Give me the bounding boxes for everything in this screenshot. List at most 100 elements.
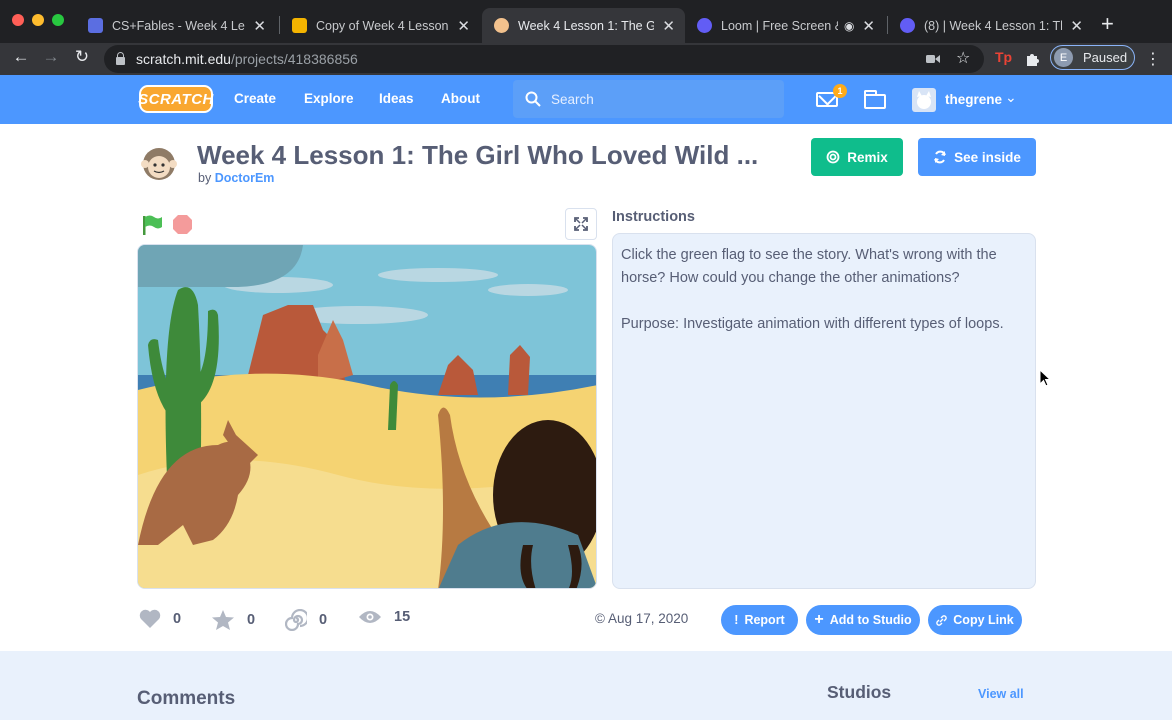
recording-icon: ◉	[843, 18, 855, 33]
report-button[interactable]: ! Report	[721, 605, 798, 635]
desert-scene-image	[138, 245, 596, 588]
share-date: © Aug 17, 2020	[595, 611, 688, 626]
instructions-heading: Instructions	[612, 209, 695, 225]
plus-icon: +	[814, 611, 824, 628]
close-tab-icon[interactable]: ✕	[253, 17, 266, 35]
bookmark-star-icon[interactable]: ☆	[956, 48, 970, 68]
studios-heading: Studios	[827, 682, 892, 702]
close-tab-icon[interactable]: ✕	[862, 17, 875, 35]
scratch-favicon-icon	[494, 18, 509, 33]
author-link[interactable]: DoctorEm	[215, 171, 275, 185]
browser-tab-active[interactable]: Week 4 Lesson 1: The Girl ✕	[482, 8, 685, 43]
nav-about-link[interactable]: About	[441, 91, 480, 106]
comments-studios-section: Comments Studios View all	[0, 651, 1172, 720]
browser-tab-1[interactable]: CS+Fables - Week 4 Lesso ✕	[76, 8, 276, 43]
scratch-navbar: SCRATCH Create Explore Ideas About 1 the…	[0, 75, 1172, 124]
instructions-paragraph: Click the green flag to see the story. W…	[621, 247, 997, 286]
address-bar[interactable]: scratch.mit.edu/projects/418386856 ☆	[104, 45, 984, 73]
browser-tab-2[interactable]: Copy of Week 4 Lesson 2 ✕	[280, 8, 480, 43]
love-count: 0	[173, 611, 182, 627]
lock-icon	[116, 52, 125, 65]
fullscreen-icon	[574, 217, 588, 231]
close-tab-icon[interactable]: ✕	[457, 17, 470, 35]
new-tab-icon[interactable]: +	[1101, 11, 1114, 37]
loom-favicon-icon	[900, 18, 915, 33]
forms-favicon-icon	[88, 18, 103, 33]
camera-icon[interactable]	[926, 54, 940, 64]
report-exclamation-icon: !	[734, 613, 739, 627]
zoom-window-button[interactable]	[52, 14, 64, 26]
views-count: 15	[394, 609, 411, 625]
close-window-button[interactable]	[12, 14, 24, 26]
tab-title: CS+Fables - Week 4 Lesso	[112, 18, 245, 33]
author-avatar[interactable]	[137, 140, 181, 184]
comments-heading: Comments	[137, 688, 236, 709]
instructions-box: Click the green flag to see the story. W…	[612, 233, 1036, 589]
heart-icon	[139, 609, 161, 628]
nav-ideas-link[interactable]: Ideas	[379, 91, 414, 106]
favorite-stat[interactable]: 0	[211, 609, 255, 631]
search-box	[513, 80, 784, 118]
copy-link-button[interactable]: Copy Link	[928, 605, 1022, 635]
add-to-studio-label: Add to Studio	[829, 613, 912, 627]
search-icon	[525, 91, 541, 107]
fullscreen-button[interactable]	[565, 208, 597, 240]
close-tab-icon[interactable]: ✕	[662, 17, 675, 35]
scratch-logo[interactable]: SCRATCH	[138, 85, 213, 113]
reload-icon[interactable]: ↻	[71, 47, 93, 67]
user-avatar[interactable]	[912, 88, 936, 112]
mouse-cursor-icon	[1039, 369, 1051, 387]
url-path: /projects/418386856	[230, 51, 358, 67]
eye-icon	[359, 611, 381, 623]
see-inside-button[interactable]: See inside	[918, 138, 1036, 176]
browser-tab-strip: CS+Fables - Week 4 Lesso ✕ Copy of Week …	[0, 0, 1172, 43]
nav-create-link[interactable]: Create	[234, 91, 276, 106]
remix-stat: 0	[285, 609, 327, 631]
remix-spiral-icon	[285, 609, 307, 631]
tab-title: Copy of Week 4 Lesson 2	[316, 18, 450, 33]
stop-icon[interactable]	[172, 214, 193, 235]
extension-tp-icon[interactable]: Tp	[995, 49, 1012, 65]
minimize-window-button[interactable]	[32, 14, 44, 26]
remix-label: Remix	[847, 149, 888, 165]
by-label: by	[198, 171, 212, 185]
chevron-down-icon[interactable]: ⌄	[1005, 89, 1017, 106]
profile-avatar: E	[1054, 48, 1073, 67]
see-inside-label: See inside	[954, 149, 1021, 165]
project-title: Week 4 Lesson 1: The Girl Who Loved Wild…	[197, 140, 759, 170]
report-label: Report	[744, 613, 785, 627]
notification-badge: 1	[833, 84, 847, 98]
more-menu-icon[interactable]: ⋮	[1145, 49, 1161, 69]
tab-title: Loom | Free Screen &	[721, 18, 838, 33]
extensions-puzzle-icon[interactable]	[1024, 51, 1040, 67]
copy-link-label: Copy Link	[953, 613, 1014, 627]
project-stage[interactable]	[137, 244, 597, 589]
instructions-paragraph: Purpose: Investigate animation with diff…	[621, 316, 1004, 332]
close-tab-icon[interactable]: ✕	[1070, 17, 1083, 35]
remix-icon	[826, 150, 840, 164]
browser-tab-5[interactable]: (8) | Week 4 Lesson 1: The ✕	[888, 8, 1093, 43]
link-icon	[936, 614, 948, 626]
my-stuff-folder-icon[interactable]	[864, 90, 886, 109]
profile-paused-button[interactable]: E Paused	[1050, 45, 1135, 70]
browser-toolbar: ← → ↻ scratch.mit.edu/projects/418386856…	[0, 43, 1172, 75]
tab-title: (8) | Week 4 Lesson 1: The	[924, 18, 1063, 33]
remix-button[interactable]: Remix	[811, 138, 903, 176]
tab-title: Week 4 Lesson 1: The Girl	[518, 18, 655, 33]
back-arrow-icon[interactable]: ←	[10, 47, 32, 67]
browser-tab-4[interactable]: Loom | Free Screen & ◉ ✕	[685, 8, 885, 43]
copyright-icon: ©	[595, 611, 605, 626]
loom-favicon-icon	[697, 18, 712, 33]
search-input[interactable]	[551, 91, 771, 107]
star-icon	[212, 610, 234, 630]
forward-arrow-icon[interactable]: →	[40, 47, 62, 67]
byline: by DoctorEm	[198, 171, 274, 185]
view-all-studios-link[interactable]: View all	[978, 687, 1024, 701]
see-inside-icon	[934, 150, 947, 164]
slides-favicon-icon	[292, 18, 307, 33]
username-label[interactable]: thegrene	[945, 92, 1002, 107]
nav-explore-link[interactable]: Explore	[304, 91, 354, 106]
love-stat[interactable]: 0	[139, 609, 181, 629]
green-flag-icon[interactable]	[141, 214, 163, 236]
add-to-studio-button[interactable]: + Add to Studio	[806, 605, 920, 635]
